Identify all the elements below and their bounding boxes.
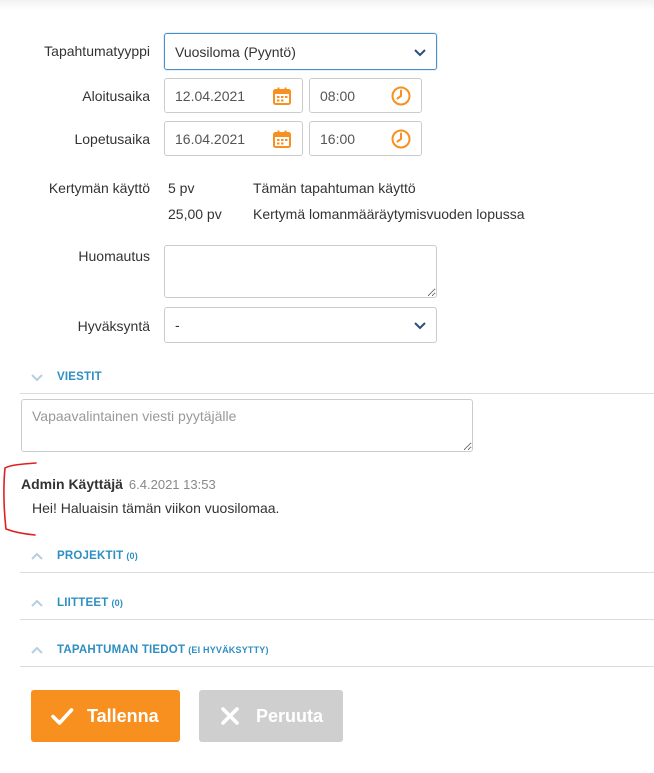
section-title: PROJEKTIT (57, 550, 124, 562)
section-title: LIITTEET (57, 597, 109, 609)
message-timestamp: 6.4.2021 13:53 (128, 477, 216, 492)
section-attachments[interactable]: LIITTEET (0) (20, 591, 654, 620)
cross-icon (221, 707, 239, 725)
message-author: Admin Käyttäjä (21, 476, 123, 492)
end-label: Lopetusaika (74, 131, 150, 147)
accrual-amount: 5 pv (168, 180, 195, 196)
accrual-description: Kertymä lomanmääräytymisvuoden lopussa (253, 206, 525, 222)
chevron-down-icon (31, 374, 43, 382)
clock-icon[interactable] (390, 85, 412, 107)
note-textarea[interactable] (164, 245, 437, 298)
end-time-value: 16:00 (320, 130, 356, 147)
section-title-group: LIITTEET (0) (57, 597, 123, 609)
section-title: TAPAHTUMAN TIEDOT (57, 644, 186, 656)
end-time-input[interactable]: 16:00 (309, 121, 422, 156)
top-shade (0, 0, 654, 10)
section-title: VIESTIT (57, 371, 102, 383)
section-projects[interactable]: PROJEKTIT (0) (20, 544, 654, 573)
note-label: Huomautus (78, 248, 150, 264)
accrual-amount: 25,00 pv (168, 206, 222, 222)
event-type-value: Vuosiloma (Pyyntö) (175, 43, 296, 60)
message-input[interactable] (21, 399, 473, 452)
chevron-up-icon (31, 552, 43, 560)
chevron-up-icon (31, 646, 43, 654)
message-header: Admin Käyttäjä 6.4.2021 13:53 (21, 476, 216, 492)
chevron-down-icon (414, 48, 426, 56)
checkmark-icon (51, 708, 74, 725)
calendar-icon[interactable] (271, 128, 293, 150)
section-title-group: PROJEKTIT (0) (57, 550, 138, 562)
clock-icon[interactable] (390, 128, 412, 150)
start-time-input[interactable]: 08:00 (309, 78, 422, 113)
event-type-select[interactable]: Vuosiloma (Pyyntö) (164, 33, 437, 70)
start-label: Aloitusaika (82, 88, 150, 104)
accrual-label: Kertymän käyttö (48, 180, 150, 196)
message-text: Hei! Haluaisin tämän viikon vuosilomaa. (32, 500, 280, 516)
end-date-input[interactable]: 16.04.2021 (164, 121, 303, 156)
section-title-group: TAPAHTUMAN TIEDOT (EI HYVÄKSYTTY) (57, 644, 269, 656)
start-date-input[interactable]: 12.04.2021 (164, 78, 303, 113)
start-time-value: 08:00 (320, 87, 356, 104)
section-event-details[interactable]: TAPAHTUMAN TIEDOT (EI HYVÄKSYTTY) (20, 638, 654, 667)
save-button[interactable]: Tallenna (31, 690, 180, 742)
end-date-value: 16.04.2021 (175, 130, 246, 147)
section-count: (EI HYVÄKSYTTY) (188, 645, 269, 655)
approval-value: - (175, 317, 180, 333)
section-count: (0) (126, 551, 138, 561)
cancel-button[interactable]: Peruuta (199, 690, 343, 742)
section-messages[interactable]: VIESTIT (20, 365, 654, 394)
approval-label: Hyväksyntä (77, 318, 150, 334)
event-type-label: Tapahtumatyyppi (44, 43, 150, 59)
start-date-value: 12.04.2021 (175, 87, 246, 104)
approval-select[interactable]: - (164, 307, 437, 343)
chevron-down-icon (414, 322, 426, 330)
section-count: (0) (111, 598, 124, 608)
save-button-label: Tallenna (87, 706, 159, 726)
accrual-description: Tämän tapahtuman käyttö (253, 180, 416, 196)
chevron-up-icon (31, 599, 43, 607)
cancel-button-label: Peruuta (256, 706, 324, 726)
calendar-icon[interactable] (271, 85, 293, 107)
annotation-bracket (3, 462, 37, 536)
